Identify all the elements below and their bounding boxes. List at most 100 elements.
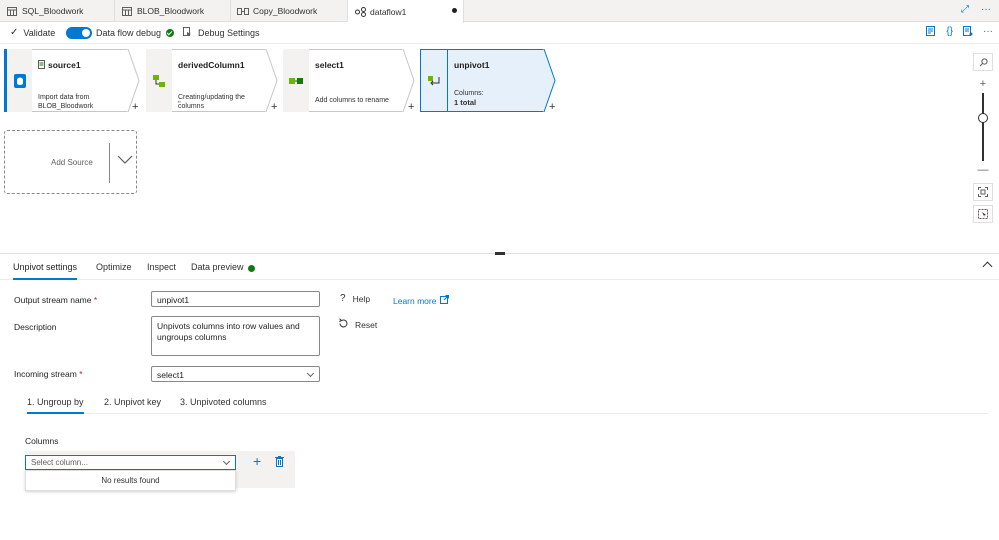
derived-column-icon <box>146 49 172 112</box>
toolbar-right-actions: {} ··· <box>926 26 993 39</box>
node-derivedcolumn1[interactable]: derivedColumn1 Creating/updating the col… <box>146 49 278 113</box>
expand-icon[interactable]: ⤢ <box>961 4 969 15</box>
add-transform-icon[interactable]: + <box>132 101 138 113</box>
dataflow-icon <box>354 6 366 17</box>
column-select-placeholder: Select column... <box>31 458 88 467</box>
document-tab-bar: SQL_Bloodwork BLOB_Bloodwork Copy_Bloodw… <box>0 0 999 23</box>
node-description: Add columns to rename <box>315 97 389 104</box>
tab-inspect[interactable]: Inspect <box>147 262 176 272</box>
column-dropdown-menu: No results found <box>25 470 236 491</box>
collapse-panel-icon[interactable] <box>982 261 993 272</box>
reset-button[interactable]: Reset <box>338 318 377 331</box>
node-title: unpivot1 <box>454 60 490 70</box>
add-transform-icon[interactable]: + <box>408 101 414 113</box>
node-description: Import data from BLOB_Bloodwork <box>38 94 94 110</box>
reset-label: Reset <box>355 319 378 330</box>
subtab-ungroup-by[interactable]: 1. Ungroup by <box>27 397 84 414</box>
file-icon <box>38 60 45 71</box>
script-icon[interactable] <box>926 26 936 39</box>
node-description-extra: '' <box>178 101 181 108</box>
node-description: Columns: <box>454 90 484 97</box>
add-transform-icon[interactable]: + <box>549 101 555 113</box>
add-source-label: Add Source <box>51 158 93 167</box>
fit-to-screen-icon[interactable] <box>973 183 993 201</box>
chevron-down-icon[interactable] <box>117 155 133 167</box>
chevron-down-icon <box>306 369 315 378</box>
tab-dataflow1[interactable]: dataflow1 <box>348 0 464 23</box>
delete-icon[interactable] <box>275 456 284 469</box>
column-select[interactable]: Select column... <box>25 455 236 470</box>
node-columns-count: 1 total <box>454 98 477 107</box>
table-icon <box>6 6 18 16</box>
tab-optimize[interactable]: Optimize <box>96 262 132 272</box>
toolbar: ✓ Validate Data flow debug Debug Setting… <box>0 22 999 44</box>
tab-unpivot-settings[interactable]: Unpivot settings <box>13 262 78 280</box>
select-icon <box>283 49 309 112</box>
resize-grip-icon[interactable] <box>495 252 505 255</box>
add-transform-icon[interactable]: + <box>271 101 277 113</box>
properties-icon[interactable] <box>963 26 973 39</box>
tab-data-preview[interactable]: Data preview <box>191 262 244 272</box>
learn-more-label: Learn more <box>393 295 437 306</box>
validate-label: Validate <box>23 27 56 38</box>
select-mode-icon[interactable] <box>973 205 993 223</box>
description-textarea[interactable]: Unpivots columns into row values and ung… <box>151 316 320 356</box>
search-icon[interactable] <box>973 53 993 71</box>
tabbar-actions: ⤢ ··· <box>961 4 991 15</box>
source-icon <box>7 49 32 112</box>
unsaved-indicator <box>452 8 457 13</box>
more-icon[interactable]: ··· <box>983 26 993 39</box>
status-ok-icon <box>166 29 175 37</box>
no-results-message: No results found <box>101 476 160 485</box>
code-braces-icon[interactable]: {} <box>946 26 953 39</box>
tab-label: dataflow1 <box>370 6 407 17</box>
subtab-unpivot-key[interactable]: 2. Unpivot key <box>104 397 161 407</box>
slider-track <box>982 93 984 161</box>
tab-blob-bloodwork[interactable]: BLOB_Bloodwork <box>115 0 231 22</box>
debug-settings-button[interactable]: Debug Settings <box>183 27 260 39</box>
node-body: select1 Add columns to rename <box>309 49 403 112</box>
output-stream-input[interactable]: unpivot1 <box>151 291 320 307</box>
table-icon <box>121 6 133 16</box>
debug-settings-label: Debug Settings <box>198 28 260 38</box>
add-source-button[interactable]: Add Source <box>4 130 137 194</box>
external-link-icon <box>440 295 450 306</box>
debug-switch[interactable] <box>66 27 92 39</box>
node-body: source1 Import data from BLOB_Bloodwork <box>32 49 128 112</box>
node-body: unpivot1 Columns: 1 total <box>448 49 544 112</box>
incoming-stream-value: select1 <box>157 370 184 380</box>
tab-copy-bloodwork[interactable]: Copy_Bloodwork <box>231 0 348 22</box>
slider-thumb[interactable] <box>978 113 988 123</box>
learn-more-link[interactable]: Learn more <box>393 295 450 306</box>
panel-splitter[interactable] <box>0 252 999 255</box>
node-unpivot1[interactable]: unpivot1 Columns: 1 total + <box>420 49 560 113</box>
zoom-controls: + — <box>973 53 993 227</box>
node-body: derivedColumn1 Creating/updating the col… <box>172 49 266 112</box>
zoom-out-icon[interactable]: — <box>973 161 993 179</box>
more-icon[interactable]: ··· <box>981 4 991 15</box>
help-icon: ? <box>340 293 346 304</box>
node-title: derivedColumn1 <box>178 60 245 70</box>
dataflow-canvas[interactable]: source1 Import data from BLOB_Bloodwork … <box>0 45 999 253</box>
node-source1[interactable]: source1 Import data from BLOB_Bloodwork … <box>4 49 140 113</box>
add-column-icon[interactable]: + <box>253 453 261 469</box>
tab-label: BLOB_Bloodwork <box>137 6 205 16</box>
tab-label: Copy_Bloodwork <box>253 6 318 16</box>
validate-button[interactable]: ✓ Validate <box>10 27 55 38</box>
tab-sql-bloodwork[interactable]: SQL_Bloodwork <box>0 0 115 22</box>
status-dot-icon <box>248 265 255 272</box>
divider <box>109 143 110 183</box>
help-link[interactable]: ? Help <box>340 293 370 304</box>
subtab-unpivoted-columns[interactable]: 3. Unpivoted columns <box>180 397 267 407</box>
incoming-stream-select[interactable]: select1 <box>151 366 320 382</box>
node-title: source1 <box>48 60 81 70</box>
debug-toggle[interactable]: Data flow debug <box>66 27 175 39</box>
output-stream-label: Output stream name * <box>14 295 98 305</box>
zoom-in-icon[interactable]: + <box>973 75 993 93</box>
checkmark-icon: ✓ <box>10 27 19 38</box>
node-title: select1 <box>315 60 344 70</box>
node-select1[interactable]: select1 Add columns to rename + <box>283 49 415 113</box>
chevron-down-icon <box>222 457 231 466</box>
zoom-slider[interactable] <box>973 93 993 161</box>
columns-label: Columns <box>25 436 59 446</box>
